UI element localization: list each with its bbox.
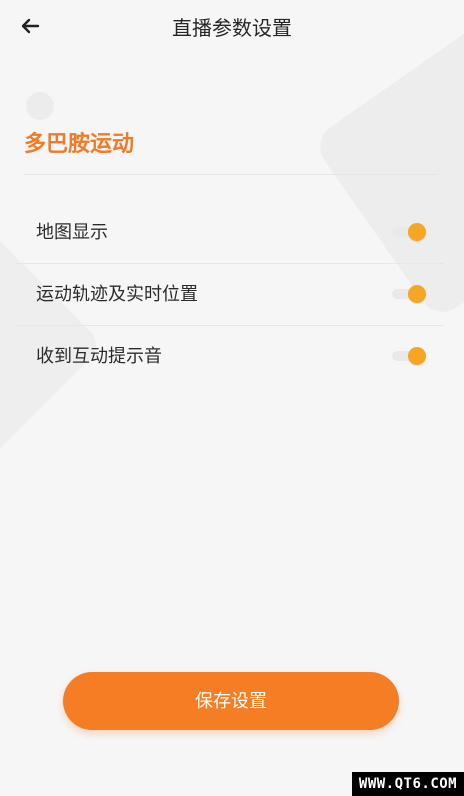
setting-row-track-location: 运动轨迹及实时位置 bbox=[16, 264, 444, 326]
watermark-text: WWW.QT6.COM bbox=[352, 772, 464, 796]
top-bar: 直播参数设置 bbox=[0, 0, 464, 56]
toggle-thumb bbox=[408, 347, 426, 365]
map-display-toggle[interactable] bbox=[392, 223, 426, 241]
page-title: 直播参数设置 bbox=[172, 16, 292, 40]
toggle-thumb bbox=[408, 223, 426, 241]
background-dot bbox=[26, 92, 54, 120]
track-location-toggle[interactable] bbox=[392, 285, 426, 303]
settings-list: 地图显示 运动轨迹及实时位置 收到互动提示音 bbox=[16, 202, 444, 388]
setting-label: 地图显示 bbox=[36, 222, 108, 243]
section-title: 多巴胺运动 bbox=[24, 132, 135, 157]
save-settings-button[interactable]: 保存设置 bbox=[63, 672, 399, 730]
setting-row-interaction-sound: 收到互动提示音 bbox=[16, 326, 444, 388]
app-screen: 直播参数设置 多巴胺运动 地图显示 运动轨迹及实时位置 收到互动提示音 保存设置… bbox=[0, 0, 464, 796]
section-divider bbox=[24, 174, 438, 175]
setting-label: 收到互动提示音 bbox=[36, 346, 162, 367]
toggle-thumb bbox=[408, 285, 426, 303]
setting-label: 运动轨迹及实时位置 bbox=[36, 284, 198, 305]
setting-row-map-display: 地图显示 bbox=[16, 202, 444, 264]
interaction-sound-toggle[interactable] bbox=[392, 347, 426, 365]
